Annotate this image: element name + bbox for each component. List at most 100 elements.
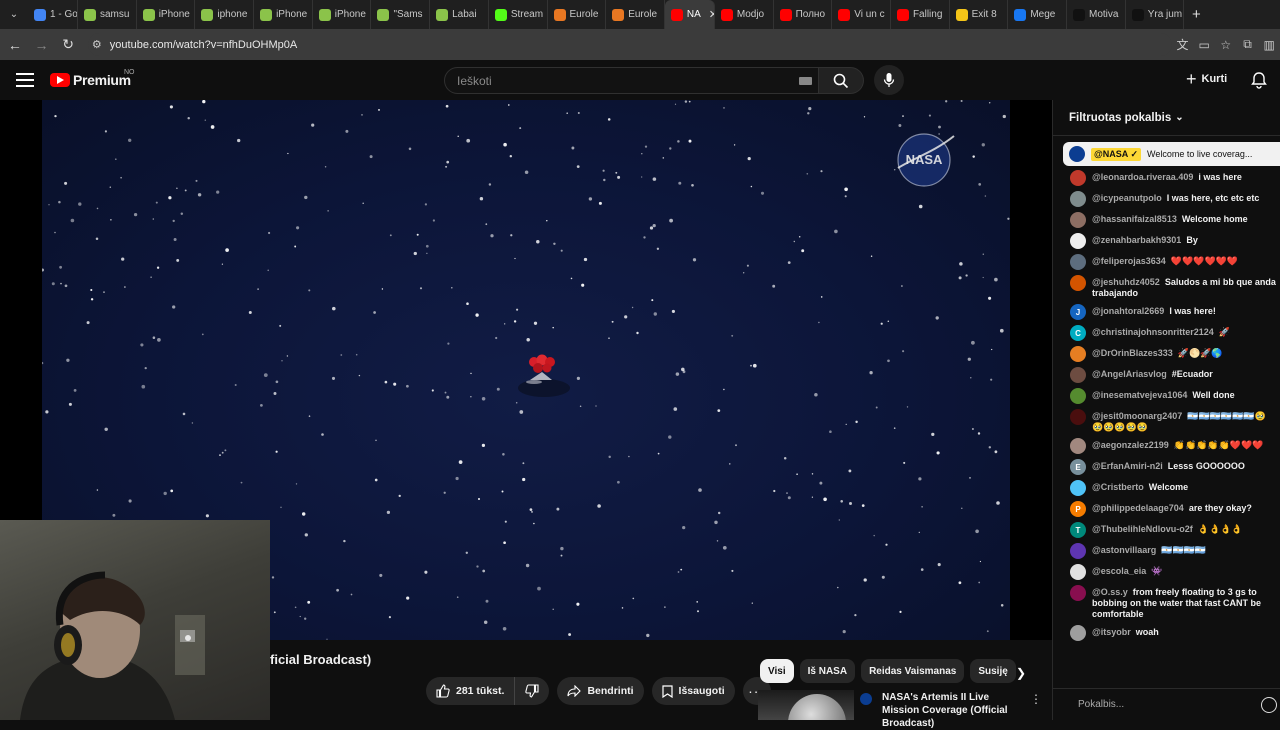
browser-tab[interactable]: NA✕ [664,0,715,29]
browser-tab[interactable]: iphone [195,0,255,29]
chat-author[interactable]: @astonvillaarg [1092,545,1156,555]
chat-avatar[interactable] [1070,275,1086,291]
filter-chip[interactable]: Visi [760,659,794,683]
menu-icon[interactable] [16,71,34,89]
filter-chip[interactable]: Reidas Vaismanas [861,659,965,683]
chat-message[interactable]: @leonardoa.riveraa.409 i was here [1053,168,1280,189]
browser-tab[interactable]: Vi un c [832,0,891,29]
chat-message[interactable]: @inesematvejeva1064 Well done [1053,386,1280,407]
browser-tab[interactable]: 1 - Go [28,0,78,29]
save-button[interactable]: Išsaugoti [651,677,735,705]
chat-avatar[interactable] [1070,564,1086,580]
chat-message[interactable]: T @ThubelihleNdlovu-o2f 👌👌👌👌 [1053,520,1280,541]
chat-message[interactable]: C @christinajohnsonritter2124 🚀 [1053,323,1280,344]
tab-search-icon[interactable]: ⌄ [0,0,28,29]
bookmark-star-icon[interactable]: ☆ [1215,34,1237,56]
chat-message[interactable]: @jeshuhdz4052 Saludos a mi bb que anda tr… [1053,273,1280,302]
chat-avatar[interactable] [1070,409,1086,425]
chat-author[interactable]: @aegonzalez2199 [1092,440,1169,450]
recommended-video[interactable]: NASA's Artemis II Live Mission Coverage … [758,690,1048,729]
chat-message[interactable]: @astonvillaarg 🇦🇷🇦🇷🇦🇷🇦🇷 [1053,541,1280,562]
browser-tab[interactable]: Eurole [606,0,665,29]
chat-message[interactable]: @Cristberto Welcome [1053,478,1280,499]
chat-avatar[interactable] [1070,543,1086,559]
browser-tab[interactable]: Yra jum [1126,0,1185,29]
browser-tab[interactable]: Modjo [715,0,774,29]
pinned-message[interactable]: @NASA ✓ Welcome to live coverag... [1063,142,1280,166]
chat-author[interactable]: @itsyobr [1092,627,1131,637]
chat-filter-dropdown[interactable]: Filtruotas pokalbis ⌄ [1053,100,1280,136]
recommended-title[interactable]: NASA's Artemis II Live Mission Coverage … [882,691,1022,730]
emoji-icon[interactable] [1261,697,1277,713]
reload-icon[interactable]: ↻ [56,33,80,57]
chat-message[interactable]: E @ErfanAmiri-n2i Lesss GOOOOOO [1053,457,1280,478]
browser-tab[interactable]: Mege [1008,0,1067,29]
chat-message[interactable]: @icypeanutpolo I was here, etc etc etc [1053,189,1280,210]
extensions-icon[interactable]: ⧉ [1237,34,1259,56]
chat-author[interactable]: @christinajohnsonritter2124 [1092,327,1214,337]
browser-tab[interactable]: iPhone [313,0,372,29]
dislike-button[interactable] [515,677,549,705]
search-button[interactable] [819,67,864,94]
browser-tab[interactable]: Exit 8 [950,0,1009,29]
keyboard-icon[interactable] [799,77,812,85]
chat-message[interactable]: @itsyobr woah [1053,623,1280,644]
chat-message[interactable]: @feliperojas3634 ❤️❤️❤️❤️❤️❤️ [1053,252,1280,273]
browser-tab[interactable]: Falling [891,0,950,29]
new-tab-button[interactable]: + [1184,6,1208,23]
side-panel-icon[interactable]: ▥ [1258,34,1280,56]
chat-author[interactable]: @jeshuhdz4052 [1092,277,1160,287]
chat-author[interactable]: @ErfanAmiri-n2i [1092,461,1163,471]
chat-avatar[interactable] [1070,346,1086,362]
recommended-thumbnail[interactable] [758,690,854,720]
youtube-premium-logo[interactable]: Premium NO [50,69,135,88]
chat-avatar[interactable] [1070,585,1086,601]
chat-author[interactable]: @philippedelaage704 [1092,503,1184,513]
chat-avatar[interactable] [1070,438,1086,454]
chat-input[interactable]: Pokalbis... [1053,688,1280,720]
chat-author[interactable]: @leonardoa.riveraa.409 [1092,172,1193,182]
chat-author[interactable]: @inesematvejeva1064 [1092,390,1187,400]
browser-tab[interactable]: Stream [489,0,548,29]
chat-message[interactable]: J @jonahtoral2669 I was here! [1053,302,1280,323]
browser-tab[interactable]: iPhone [254,0,313,29]
chat-author[interactable]: @O.ss.y [1092,587,1128,597]
notifications-bell-icon[interactable] [1250,71,1268,89]
chat-message[interactable]: @escola_eia 👾 [1053,562,1280,583]
translate-icon[interactable]: 文 [1172,34,1194,56]
chat-avatar[interactable]: P [1070,501,1086,517]
chat-author[interactable]: @escola_eia [1092,566,1146,576]
chat-author[interactable]: @DrOrinBlazes333 [1092,348,1173,358]
chat-message[interactable]: @jesit0moonarg2407 🇦🇷🇦🇷🇦🇷🇦🇷🇦🇷🇦🇷🥹🥹🥹🥹🥹🥹 [1053,407,1280,436]
chat-message[interactable]: @AngelAriasvlog #Ecuador [1053,365,1280,386]
chat-message[interactable]: @aegonzalez2199 👏👏👏👏👏❤️❤️❤️ [1053,436,1280,457]
search-input[interactable]: Ieškoti [444,67,819,94]
forward-icon[interactable]: → [30,33,54,57]
chat-author[interactable]: @AngelAriasvlog [1092,369,1167,379]
chat-author[interactable]: @ThubelihleNdlovu-o2f [1092,524,1193,534]
share-button[interactable]: Bendrinti [557,677,644,705]
create-button[interactable]: + Kurti [1186,70,1227,88]
chat-author[interactable]: @zenahbarbakh9301 [1092,235,1181,245]
chat-avatar[interactable] [1070,170,1086,186]
filter-chip[interactable]: Iš NASA [799,659,856,683]
chevron-right-icon[interactable]: ❯ [1016,666,1026,680]
like-button[interactable]: 281 tūkst. [426,677,516,705]
back-icon[interactable]: ← [3,33,27,57]
chat-avatar[interactable] [1070,625,1086,641]
browser-tab[interactable]: Полно [774,0,833,29]
chat-author[interactable]: @icypeanutpolo [1092,193,1162,203]
browser-tab[interactable]: "Sams [371,0,431,29]
chat-message[interactable]: @hassanifaizal8513 Welcome home [1053,210,1280,231]
browser-tab[interactable]: iPhone [137,0,196,29]
chat-avatar[interactable]: T [1070,522,1086,538]
browser-tab[interactable]: samsu [78,0,137,29]
chat-author[interactable]: @jonahtoral2669 [1092,306,1164,316]
chat-author[interactable]: @feliperojas3634 [1092,256,1166,266]
chat-message[interactable]: P @philippedelaage704 are they okay? [1053,499,1280,520]
voice-search-button[interactable] [874,65,904,95]
chat-message[interactable]: @DrOrinBlazes333 🚀🌕🚀🌎 [1053,344,1280,365]
chat-avatar[interactable]: C [1070,325,1086,341]
chat-author[interactable]: @hassanifaizal8513 [1092,214,1177,224]
site-info-icon[interactable]: ⚙ [92,38,102,51]
